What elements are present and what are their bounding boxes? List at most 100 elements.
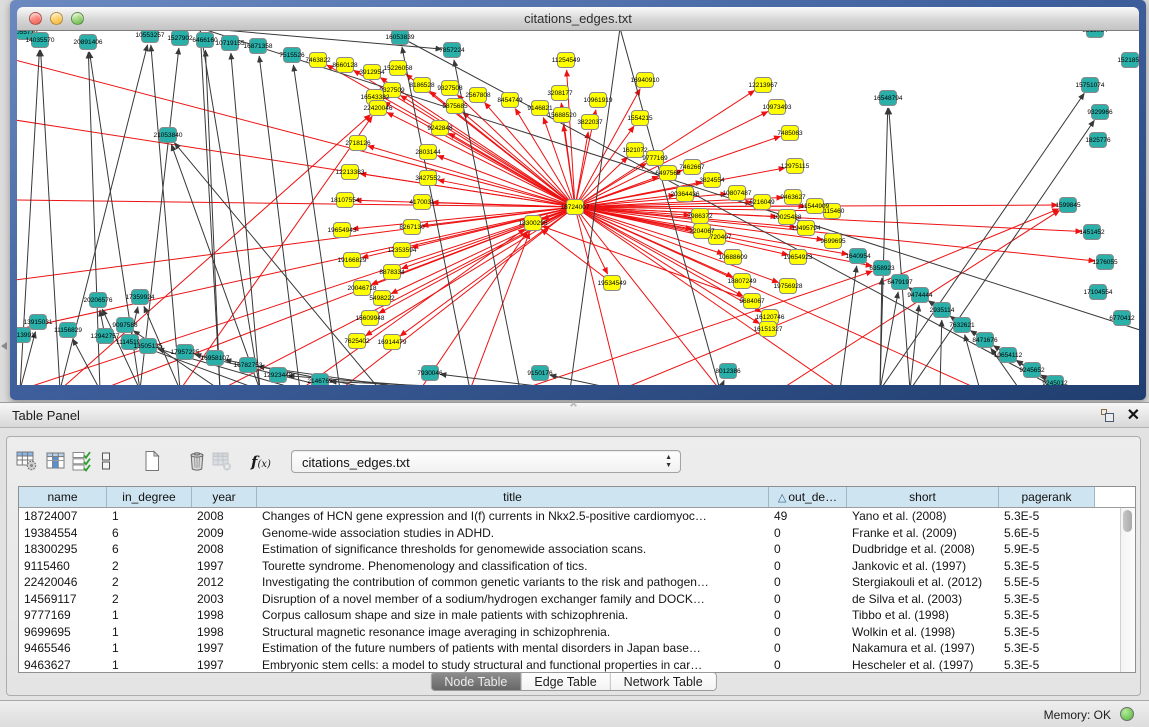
table-cell[interactable]: 0 [769,541,847,558]
graph-node[interactable]: 10719155 [216,36,245,51]
selection-mode-icon[interactable] [95,450,119,474]
table-cell[interactable]: 2 [107,574,192,591]
graph-node[interactable]: 2803144 [415,145,441,160]
table-mode-icon[interactable] [16,450,40,474]
graph-node[interactable]: 2146765 [307,374,333,386]
tab-edge-table[interactable]: Edge Table [521,673,610,690]
graph-node[interactable]: 6770412 [1109,311,1135,326]
function-builder-icon[interactable]: f(x) [251,453,275,477]
table-row[interactable]: 1456911722003Disruption of a novel membe… [19,591,1120,608]
table-cell[interactable]: 5.3E-5 [999,607,1095,624]
graph-node[interactable]: 12213967 [749,78,778,93]
graph-node[interactable]: 8186528 [409,78,435,93]
column-header-pagerank[interactable]: pagerank [999,487,1095,507]
graph-node[interactable]: 3824554 [699,173,725,188]
graph-node[interactable]: 1640954 [845,249,871,264]
table-cell[interactable]: 5.3E-5 [999,657,1095,673]
graph-node[interactable]: 16871358 [244,39,273,54]
column-header-short[interactable]: short [847,487,999,507]
table-cell[interactable]: 2 [107,558,192,575]
graph-node[interactable]: 9327508 [437,81,463,96]
table-cell[interactable]: 9699695 [19,624,107,641]
graph-node[interactable]: 1527902 [167,31,193,46]
graph-node[interactable]: 18107554 [331,193,360,208]
show-columns-icon[interactable] [45,450,69,474]
graph-node[interactable]: 3912954 [359,65,385,80]
table-cell[interactable]: 2003 [192,591,257,608]
float-panel-icon[interactable] [1101,409,1116,424]
table-row[interactable]: 911546021997Tourette syndrome. Phenomeno… [19,558,1120,575]
graph-node[interactable]: 16548794 [874,91,903,106]
table-cell[interactable]: Nakamura et al. (1997) [847,640,999,657]
delete-columns-icon[interactable] [186,450,210,474]
graph-node[interactable]: 19756928 [774,279,803,294]
graph-node[interactable]: 8878334 [379,265,405,280]
graph-node[interactable]: 18807249 [728,274,757,289]
table-cell[interactable]: Jankovic et al. (1997) [847,558,999,575]
table-cell[interactable]: 2008 [192,541,257,558]
graph-node[interactable]: 10654112 [994,348,1023,363]
table-cell[interactable]: 2009 [192,525,257,542]
delete-table-icon[interactable] [211,450,235,474]
graph-node[interactable]: 19654923 [784,250,813,265]
column-header-year[interactable]: year [192,487,257,507]
table-cell[interactable]: 5.5E-5 [999,574,1095,591]
table-row[interactable]: 2242004622012Investigating the contribut… [19,574,1120,591]
table-cell[interactable]: 9463627 [19,657,107,673]
graph-node[interactable]: 10961919 [584,93,613,108]
graph-node[interactable]: 2718126 [345,136,371,151]
close-panel-icon[interactable]: ✕ [1127,405,1140,425]
graph-node[interactable]: 9699695 [820,234,846,249]
table-cell[interactable]: Estimation of significance thresholds fo… [257,541,769,558]
table-cell[interactable]: Disruption of a novel member of a sodium… [257,591,769,608]
graph-node[interactable]: 6358923 [869,261,895,276]
table-cell[interactable]: 5.3E-5 [999,558,1095,575]
table-cell[interactable]: 0 [769,591,847,608]
graph-node[interactable]: 1276055 [1092,255,1118,270]
column-header-title[interactable]: title [257,487,769,507]
table-row[interactable]: 946362711997Embryonic stem cells: a mode… [19,657,1120,673]
table-cell[interactable]: 5.3E-5 [999,508,1095,525]
tab-node-table[interactable]: Node Table [431,673,521,690]
graph-node[interactable]: 19495794 [792,221,821,236]
graph-node[interactable]: 2567808 [465,88,491,103]
graph-node[interactable]: 9150176 [527,366,553,381]
panel-grip-icon[interactable] [570,402,577,409]
table-cell[interactable]: Tibbo et al. (1998) [847,607,999,624]
table-cell[interactable]: 9777169 [19,607,107,624]
table-cell[interactable]: 1998 [192,624,257,641]
table-cell[interactable]: Hescheler et al. (1997) [847,657,999,673]
column-header-out_de[interactable]: △out_de… [769,487,847,507]
graph-node[interactable]: 11254549 [552,53,581,68]
table-cell[interactable]: Embryonic stem cells: a model to study s… [257,657,769,673]
graph-node[interactable]: 8813054 [1082,31,1108,38]
table-cell[interactable]: Tourette syndrome. Phenomenology and cla… [257,558,769,575]
graph-node[interactable]: 11156829 [54,323,82,338]
scrollbar-thumb[interactable] [1123,510,1132,532]
graph-node[interactable]: 7930046 [417,366,443,381]
table-cell[interactable]: 0 [769,607,847,624]
table-cell[interactable]: 1997 [192,657,257,673]
table-row[interactable]: 946554611997Estimation of the future num… [19,640,1120,657]
table-cell[interactable]: 2012 [192,574,257,591]
table-cell[interactable]: 1 [107,508,192,525]
graph-node[interactable]: 9097588 [112,318,138,333]
graph-node[interactable]: 7632621 [949,318,975,333]
graph-node[interactable]: 15751074 [1076,78,1105,93]
graph-node[interactable]: 20206576 [84,293,113,308]
graph-node[interactable]: 7462667 [679,160,705,175]
graph-node[interactable]: 20891406 [74,35,103,50]
table-cell[interactable]: 0 [769,657,847,673]
graph-node[interactable]: 15226058 [384,61,413,76]
table-cell[interactable]: Changes of HCN gene expression and I(f) … [257,508,769,525]
table-cell[interactable]: Stergiakouli et al. (2012) [847,574,999,591]
table-cell[interactable]: 2 [107,591,192,608]
table-cell[interactable]: 18724007 [19,508,107,525]
graph-node[interactable]: 1451452 [1079,225,1105,240]
network-window-titlebar[interactable]: citations_edges.txt [17,7,1139,31]
table-cell[interactable]: 5.3E-5 [999,591,1095,608]
graph-node[interactable]: 8471676 [972,333,998,348]
graph-node[interactable]: 1554215 [627,111,653,126]
table-cell[interactable]: 18300295 [19,541,107,558]
network-canvas[interactable]: 1872400774638228660128391295415226058932… [17,31,1139,385]
